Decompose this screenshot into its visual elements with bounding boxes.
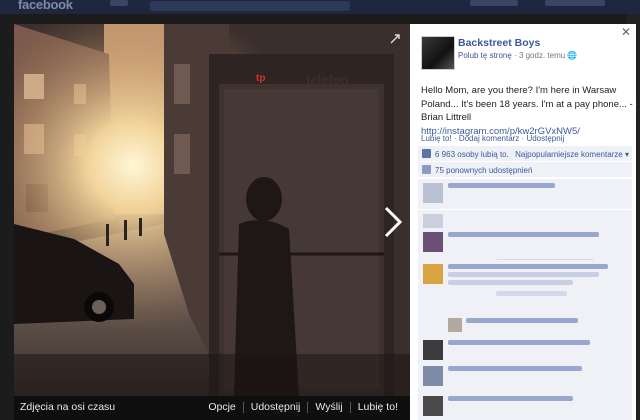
share-action[interactable]: Udostępnij <box>526 134 564 143</box>
chevron-right-icon[interactable] <box>378 204 406 240</box>
post-actions: Lubię to! · Dodaj komentarz · Udostępnij <box>421 134 564 143</box>
photo-viewer[interactable]: tp telefon <box>14 24 410 396</box>
avatar[interactable] <box>423 214 443 228</box>
photo-actions: Opcje Udostępnij Wyślij Lubię to! <box>208 401 398 413</box>
like-button[interactable]: Lubię to! <box>358 401 398 413</box>
avatar[interactable] <box>423 183 443 203</box>
post-text: Hello Mom, are you there? I'm here in Wa… <box>421 84 633 138</box>
avatar[interactable] <box>423 366 443 386</box>
divider <box>307 402 309 413</box>
likes-row: 6 963 osoby lubią to. Najpopularniejsze … <box>418 146 632 162</box>
tp-logo: tp <box>256 73 266 84</box>
topbar-search <box>150 1 350 11</box>
comment[interactable] <box>418 260 632 314</box>
shares-count[interactable]: 75 ponownych udostępnień <box>435 166 532 175</box>
divider <box>242 402 244 413</box>
divider <box>349 402 351 413</box>
share-icon <box>422 165 431 174</box>
photo-action-bar: Zdjęcia na osi czasu Opcje Udostępnij Wy… <box>14 396 410 420</box>
avatar[interactable] <box>423 340 443 360</box>
topbar-link <box>545 0 605 6</box>
phone-booth-sign: tp telefon <box>236 68 382 90</box>
comment-action[interactable]: Dodaj komentarz <box>459 134 519 143</box>
globe-icon: 🌐 <box>567 51 578 60</box>
thumbs-up-icon <box>422 149 431 158</box>
facebook-logo[interactable]: facebook <box>18 0 73 12</box>
comment[interactable] <box>418 228 632 264</box>
avatar[interactable] <box>448 318 462 332</box>
engagement-stats: 6 963 osoby lubią to. Najpopularniejsze … <box>418 146 632 178</box>
send-button[interactable]: Wyślij <box>315 401 342 413</box>
telefon-label: telefon <box>306 72 349 87</box>
options-button[interactable]: Opcje <box>208 401 235 413</box>
topbar-link <box>470 0 518 6</box>
avatar[interactable] <box>423 232 443 252</box>
post-body: Hello Mom, are you there? I'm here in Wa… <box>421 85 633 123</box>
like-page-link[interactable]: Polub tę stronę <box>458 51 512 60</box>
comment[interactable] <box>418 362 632 398</box>
post-meta: Polub tę stronę · 3 godz. temu 🌐 <box>458 51 577 60</box>
page-name-link[interactable]: Backstreet Boys <box>458 37 540 49</box>
comment[interactable] <box>418 392 632 420</box>
like-action[interactable]: Lubię to! <box>421 134 452 143</box>
shares-row: 75 ponownych udostępnień <box>418 162 632 178</box>
close-icon[interactable]: ✕ <box>621 25 631 39</box>
page-avatar[interactable] <box>421 36 455 70</box>
post-time[interactable]: 3 godz. temu <box>519 51 565 60</box>
topbar-icon <box>110 0 128 6</box>
comment[interactable] <box>418 179 632 215</box>
page-background-left <box>0 14 14 420</box>
comment-sort-dropdown[interactable]: Najpopularniejsze komentarze ▾ <box>515 150 629 159</box>
avatar[interactable] <box>423 264 443 284</box>
facebook-topbar: facebook <box>0 0 640 14</box>
post-details-panel: ✕ Backstreet Boys Polub tę stronę · 3 go… <box>410 24 636 420</box>
share-button[interactable]: Udostępnij <box>251 401 301 413</box>
avatar[interactable] <box>423 396 443 416</box>
expand-icon[interactable] <box>389 33 401 45</box>
likes-count[interactable]: 6 963 osoby lubią to. <box>435 150 509 159</box>
album-title[interactable]: Zdjęcia na osi czasu <box>20 401 115 413</box>
